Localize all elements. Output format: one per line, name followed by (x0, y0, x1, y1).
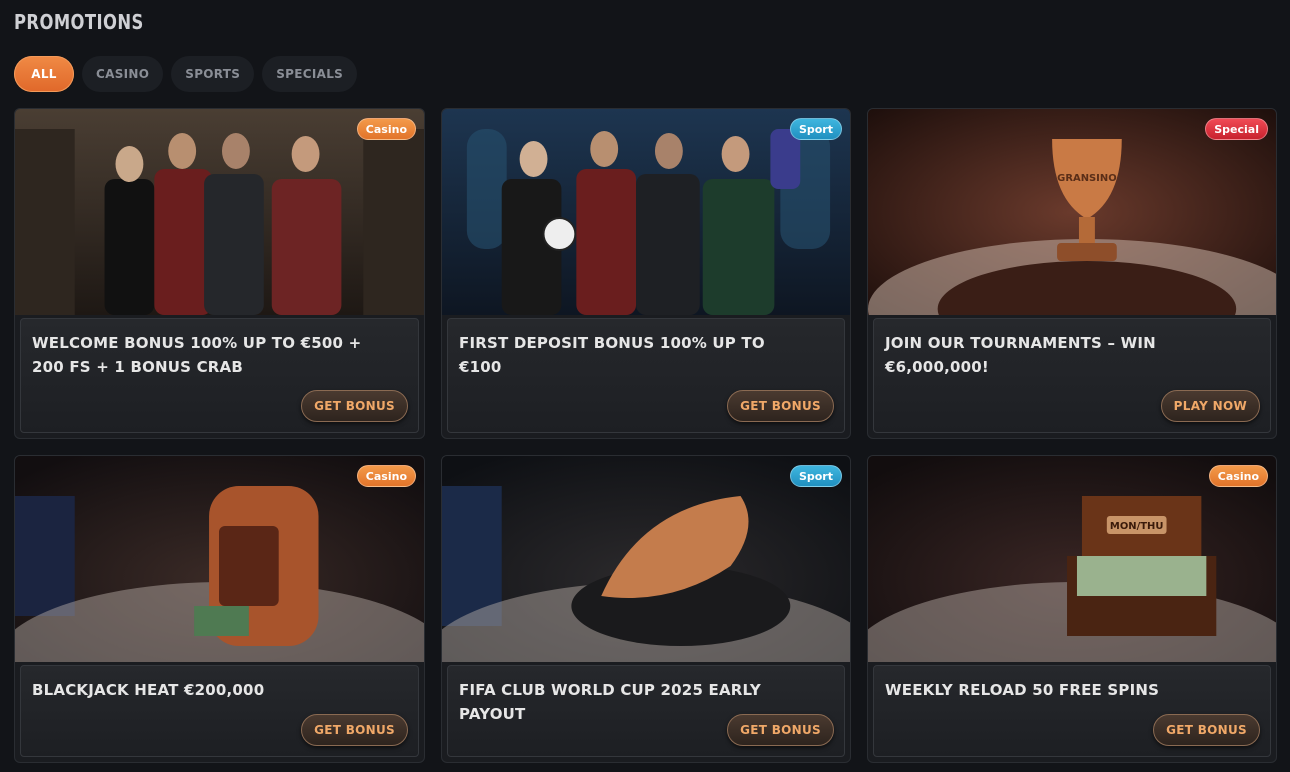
promo-image: Sport (442, 109, 850, 315)
chest-label-text: MON/THU (1110, 521, 1163, 532)
badge-sport: Sport (789, 118, 842, 140)
badge-sport: Sport (789, 465, 842, 487)
promo-title: WELCOME BONUS 100% UP TO €500 + 200 FS +… (32, 334, 362, 376)
promo-title: JOIN OUR TOURNAMENTS – WIN €6,000,000! (885, 334, 1156, 376)
badge-casino: Casino (1208, 465, 1268, 487)
badge-casino: Casino (356, 118, 416, 140)
filter-specials[interactable]: SPECIALS (262, 56, 358, 92)
promo-image: Sport (442, 456, 850, 662)
promo-image: MON/THU Casino (868, 456, 1276, 662)
promo-image: Casino (15, 456, 424, 662)
get-bonus-button[interactable]: GET BONUS (727, 714, 834, 746)
badge-special: Special (1205, 118, 1268, 140)
filter-all[interactable]: ALL (14, 56, 74, 92)
page-title: PROMOTIONS (14, 10, 144, 34)
get-bonus-button[interactable]: GET BONUS (301, 714, 408, 746)
promo-card[interactable]: MON/THU Casino WEEKLY RELOAD 50 FREE SPI… (867, 455, 1277, 763)
promo-info: FIFA CLUB WORLD CUP 2025 EARLY PAYOUT GE… (447, 665, 845, 757)
promo-info: BLACKJACK HEAT €200,000 GET BONUS (20, 665, 419, 757)
filter-bar: ALL CASINO SPORTS SPECIALS (14, 56, 358, 92)
promo-info: FIRST DEPOSIT BONUS 100% UP TO €100 GET … (447, 318, 845, 433)
promo-image: Casino (15, 109, 424, 315)
promo-card[interactable]: Casino WELCOME BONUS 100% UP TO €500 + 2… (14, 108, 425, 439)
promo-card[interactable]: Casino BLACKJACK HEAT €200,000 GET BONUS (14, 455, 425, 763)
promo-card[interactable]: GRANSINO Special JOIN OUR TOURNAMENTS – … (867, 108, 1277, 439)
promo-info: JOIN OUR TOURNAMENTS – WIN €6,000,000! P… (873, 318, 1271, 433)
promo-image: GRANSINO Special (868, 109, 1276, 315)
promo-title: BLACKJACK HEAT €200,000 (32, 681, 265, 699)
promo-info: WELCOME BONUS 100% UP TO €500 + 200 FS +… (20, 318, 419, 433)
promo-card[interactable]: Sport FIFA CLUB WORLD CUP 2025 EARLY PAY… (441, 455, 851, 763)
trophy-brand-text: GRANSINO (1057, 173, 1116, 184)
play-now-button[interactable]: PLAY NOW (1160, 390, 1260, 422)
promo-title: FIRST DEPOSIT BONUS 100% UP TO €100 (459, 334, 765, 376)
filter-casino[interactable]: CASINO (82, 56, 164, 92)
badge-casino: Casino (356, 465, 416, 487)
get-bonus-button[interactable]: GET BONUS (301, 390, 408, 422)
promo-title: WEEKLY RELOAD 50 FREE SPINS (885, 681, 1160, 699)
get-bonus-button[interactable]: GET BONUS (1153, 714, 1260, 746)
promo-info: WEEKLY RELOAD 50 FREE SPINS GET BONUS (873, 665, 1271, 757)
promotions-page: PROMOTIONS ALL CASINO SPORTS SPECIALS Ca… (0, 0, 1290, 772)
promo-card[interactable]: Sport FIRST DEPOSIT BONUS 100% UP TO €10… (441, 108, 851, 439)
get-bonus-button[interactable]: GET BONUS (727, 390, 834, 422)
filter-sports[interactable]: SPORTS (171, 56, 255, 92)
promotions-grid: Casino WELCOME BONUS 100% UP TO €500 + 2… (14, 108, 1277, 763)
